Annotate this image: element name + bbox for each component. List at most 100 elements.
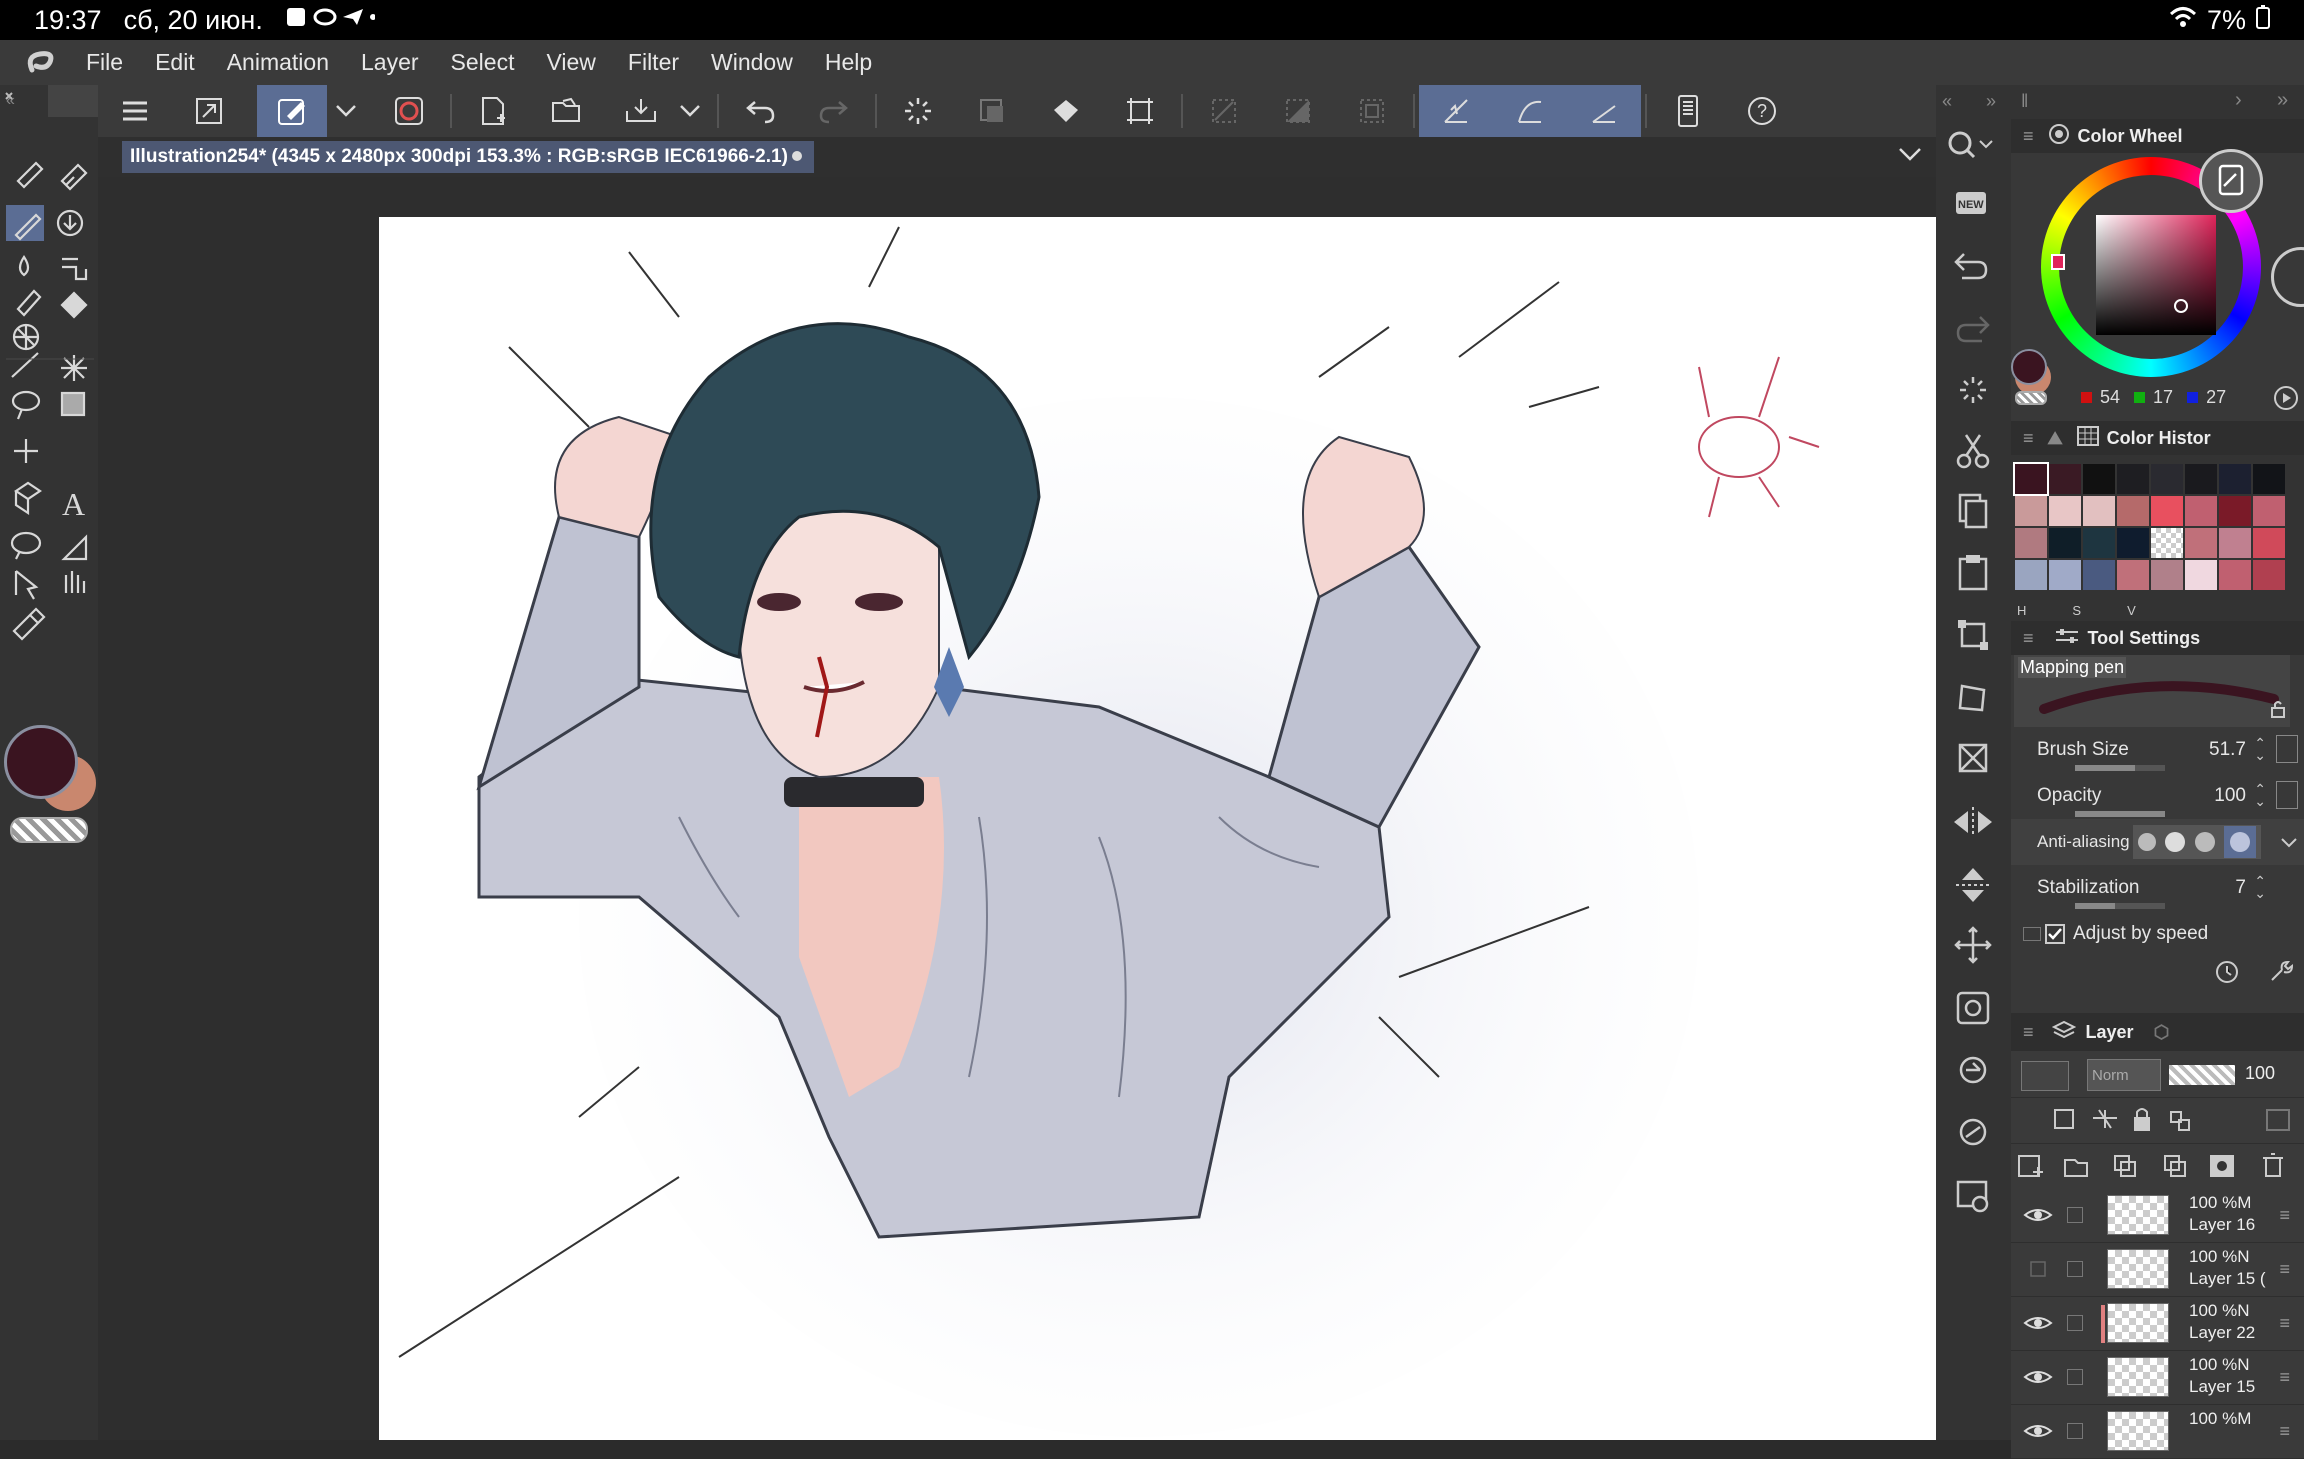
- open-folder-icon[interactable]: [541, 85, 593, 137]
- deselect-icon[interactable]: [1198, 85, 1250, 137]
- reset-rotation-icon[interactable]: [1936, 1107, 2011, 1157]
- opacity-slider[interactable]: [2075, 811, 2165, 817]
- layer-drag-handle-icon[interactable]: ≡: [2279, 1367, 2290, 1388]
- brush-size-slider[interactable]: [2075, 765, 2165, 771]
- transform-strip-icon[interactable]: [1936, 610, 2011, 660]
- layer-drag-handle-icon[interactable]: ≡: [2279, 1205, 2290, 1226]
- color-history-swatch[interactable]: [2117, 560, 2149, 590]
- stabilization-stepper-icon[interactable]: ⌃ ⌄: [2254, 874, 2266, 900]
- move-layer-icon[interactable]: [1936, 920, 2011, 970]
- menu-window[interactable]: Window: [695, 49, 809, 76]
- resize-icon[interactable]: [183, 85, 235, 137]
- color-history-swatch[interactable]: [2117, 528, 2149, 558]
- color-history-swatch[interactable]: [2015, 496, 2047, 526]
- layer-select-box[interactable]: [2067, 1369, 2083, 1385]
- cut-icon[interactable]: [1936, 425, 2011, 475]
- eye-icon[interactable]: [2023, 1367, 2053, 1392]
- wrench-icon[interactable]: [2268, 958, 2294, 989]
- opacity-value[interactable]: 100: [2214, 785, 2246, 807]
- saturation-value-square[interactable]: [2096, 215, 2216, 335]
- loading-spinner-icon[interactable]: [892, 85, 944, 137]
- flip-horizontal-icon[interactable]: [1936, 797, 2011, 847]
- brush-size-value[interactable]: 51.7: [2209, 739, 2246, 761]
- color-history-swatch[interactable]: [2253, 560, 2285, 590]
- antialiasing-chevron-icon[interactable]: [2280, 833, 2298, 855]
- layer-row[interactable]: 100 %N Layer 15 (≡: [2011, 1243, 2304, 1297]
- brush-preview[interactable]: Mapping pen: [2014, 655, 2290, 727]
- main-color-swatch[interactable]: [4, 725, 78, 799]
- undo-icon[interactable]: [734, 85, 786, 137]
- pressure-toggle-icon[interactable]: [2276, 735, 2298, 763]
- copy-icon[interactable]: [1936, 485, 2011, 535]
- layer-select-box[interactable]: [2067, 1423, 2083, 1439]
- color-history-swatch[interactable]: [2083, 464, 2115, 494]
- panel-side-tab-icon[interactable]: [2271, 247, 2304, 307]
- color-history-swatch[interactable]: [2253, 496, 2285, 526]
- color-history-swatch[interactable]: [2015, 528, 2047, 558]
- color-history-swatch[interactable]: [2185, 560, 2217, 590]
- menu-layer[interactable]: Layer: [345, 49, 435, 76]
- color-history-swatch[interactable]: [2083, 496, 2115, 526]
- panel-menu-icon-4[interactable]: ≡: [2023, 1022, 2034, 1043]
- brush-size-stepper-icon[interactable]: ⌃ ⌄: [2254, 736, 2266, 762]
- menu-filter[interactable]: Filter: [612, 49, 695, 76]
- color-history-swatch[interactable]: [2013, 462, 2049, 496]
- invert-selection-icon[interactable]: [1272, 85, 1324, 137]
- color-history-swatch[interactable]: [2151, 464, 2183, 494]
- opacity-pressure-icon[interactable]: [2276, 781, 2298, 809]
- lock-icon[interactable]: [2270, 700, 2286, 723]
- redo-strip-icon[interactable]: [1936, 303, 2011, 353]
- paste-icon[interactable]: [1936, 547, 2011, 597]
- snap-to-special-ruler-icon[interactable]: [1504, 85, 1556, 137]
- subtool-tab[interactable]: [48, 85, 98, 117]
- layer-opacity-value[interactable]: 100: [2245, 1063, 2275, 1084]
- panel-grip-icon[interactable]: ‖: [2021, 91, 2028, 112]
- redo-icon[interactable]: [808, 85, 860, 137]
- opacity-row[interactable]: Opacity 100 ⌃ ⌄: [2011, 773, 2304, 819]
- antialiasing-row[interactable]: Anti-aliasing: [2011, 819, 2304, 865]
- eye-icon[interactable]: [2023, 1313, 2053, 1338]
- tab-list-chevron-icon[interactable]: [1898, 147, 1922, 168]
- color-history-swatch[interactable]: [2219, 528, 2251, 558]
- color-history-swatch[interactable]: [2253, 464, 2285, 494]
- color-history-swatch[interactable]: [2117, 464, 2149, 494]
- color-history-swatch[interactable]: [2253, 528, 2285, 558]
- color-history-swatch[interactable]: [2117, 496, 2149, 526]
- layer-row[interactable]: 100 %N Layer 15 ≡: [2011, 1351, 2304, 1405]
- spinner-strip-icon[interactable]: [1936, 365, 2011, 415]
- screen-color-picker-icon[interactable]: [2199, 149, 2263, 213]
- screen-capture-icon[interactable]: [1936, 983, 2011, 1033]
- timelapse-icon[interactable]: [383, 85, 435, 137]
- smartphone-icon[interactable]: [1662, 85, 1714, 137]
- color-history-swatch[interactable]: [2151, 560, 2183, 590]
- flip-vertical-icon[interactable]: [1936, 860, 2011, 910]
- opacity-stepper-icon[interactable]: ⌃ ⌄: [2254, 782, 2266, 808]
- layer-row[interactable]: 100 %M Layer 16 ≡: [2011, 1189, 2304, 1243]
- layer-select-box[interactable]: [2067, 1207, 2083, 1223]
- menu-view[interactable]: View: [530, 49, 611, 76]
- play-icon[interactable]: [2273, 385, 2299, 416]
- fill-icon[interactable]: [1040, 85, 1092, 137]
- panel-menu-icon[interactable]: ≡: [2023, 126, 2034, 147]
- color-set-tab-icon[interactable]: ⛰: [2048, 428, 2063, 449]
- menu-animation[interactable]: Animation: [211, 49, 345, 76]
- layer-row[interactable]: 100 %M ≡: [2011, 1405, 2304, 1459]
- layer-drag-handle-icon[interactable]: ≡: [2279, 1313, 2290, 1334]
- color-history-swatch[interactable]: [2151, 496, 2183, 526]
- color-history-swatch[interactable]: [2049, 464, 2081, 494]
- canvas-paper[interactable]: [379, 217, 1936, 1440]
- color-history-swatch[interactable]: [2151, 528, 2183, 558]
- snap-to-grid-icon[interactable]: [1578, 85, 1630, 137]
- panel-menu-icon-2[interactable]: ≡: [2023, 428, 2034, 449]
- color-history-swatch[interactable]: [2083, 560, 2115, 590]
- new-icon[interactable]: NEW: [1936, 180, 2011, 230]
- antialiasing-options[interactable]: [2133, 825, 2261, 859]
- color-history-swatch[interactable]: [2185, 496, 2217, 526]
- transparent-color-swatch[interactable]: [10, 817, 88, 843]
- color-history-swatch[interactable]: [2015, 560, 2047, 590]
- layer-color-select[interactable]: [2021, 1061, 2069, 1091]
- panel-expand-icon[interactable]: »: [2277, 89, 2288, 112]
- eye-icon[interactable]: [2023, 1421, 2053, 1446]
- reset-tool-icon[interactable]: [2214, 958, 2240, 989]
- clear-layer-icon[interactable]: [966, 85, 1018, 137]
